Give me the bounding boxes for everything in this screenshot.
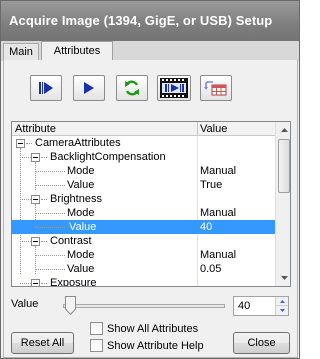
tree-row[interactable]: BacklightCompensation bbox=[12, 150, 275, 164]
spin-down-button[interactable] bbox=[276, 306, 288, 315]
tree-row-label: Value bbox=[67, 179, 95, 191]
tree-connector bbox=[41, 199, 47, 200]
tree-row-label: CameraAttributes bbox=[35, 137, 121, 149]
tree-row[interactable]: Mode Manual bbox=[12, 248, 275, 262]
column-divider[interactable] bbox=[197, 122, 198, 136]
checkbox-label[interactable]: Show Attribute Help bbox=[107, 340, 204, 352]
attribute-column-header[interactable]: Attribute bbox=[15, 123, 56, 135]
tree-connector bbox=[35, 185, 65, 186]
reset-all-button[interactable]: Reset All bbox=[11, 332, 74, 354]
tree-connector bbox=[20, 283, 31, 284]
value-spinbox[interactable]: 40 bbox=[233, 296, 289, 316]
tab-main[interactable]: Main bbox=[3, 43, 39, 61]
tree-row[interactable]: Exposure bbox=[12, 276, 275, 287]
grid-header: Attribute Value bbox=[12, 122, 275, 136]
tree-connector bbox=[35, 213, 65, 214]
tree-connector bbox=[41, 241, 47, 242]
step-frame-button[interactable] bbox=[30, 75, 62, 101]
filmstrip-button[interactable] bbox=[157, 75, 191, 101]
send-attributes-button[interactable] bbox=[200, 75, 232, 101]
tree-row-value: True bbox=[200, 179, 223, 191]
tree-row-label: Mode bbox=[67, 249, 95, 261]
filmstrip-icon bbox=[160, 78, 188, 98]
scroll-down-button[interactable] bbox=[276, 270, 290, 286]
value-spinbox-text[interactable]: 40 bbox=[238, 300, 250, 312]
tree-connector bbox=[35, 171, 65, 172]
tree-row-value: Manual bbox=[200, 165, 237, 177]
tree-row-value: Manual bbox=[200, 249, 237, 261]
tree-row[interactable]: Contrast bbox=[12, 234, 275, 248]
spin-up-button[interactable] bbox=[276, 297, 288, 306]
play-icon bbox=[84, 82, 94, 94]
tree-connector bbox=[26, 143, 32, 144]
tree-row[interactable]: Mode Manual bbox=[12, 206, 275, 220]
tree-row-value: 0.05 bbox=[200, 263, 222, 275]
value-label: Value bbox=[11, 298, 39, 310]
tree-connector bbox=[41, 157, 47, 158]
scroll-up-button[interactable] bbox=[276, 122, 290, 138]
tree-connector bbox=[20, 157, 31, 158]
tree-connector bbox=[35, 269, 65, 270]
value-slider-thumb[interactable] bbox=[65, 296, 76, 315]
collapse-toggle-icon[interactable] bbox=[31, 237, 40, 246]
tree-row-label: Mode bbox=[67, 165, 95, 177]
checkbox-label[interactable]: Show All Attributes bbox=[107, 323, 198, 335]
value-slider-track[interactable] bbox=[63, 304, 225, 308]
tree-connector bbox=[20, 241, 31, 242]
play-button[interactable] bbox=[73, 75, 105, 101]
tab-strip: Main Attributes bbox=[1, 41, 299, 61]
collapse-toggle-icon[interactable] bbox=[31, 153, 40, 162]
tree-connector bbox=[35, 227, 65, 228]
tree-row-value: 40 bbox=[200, 221, 213, 233]
checkbox-box[interactable] bbox=[90, 322, 103, 335]
tree-row[interactable]: Mode Manual bbox=[12, 164, 275, 178]
chevron-up-icon bbox=[280, 128, 288, 132]
tree-row-label: Exposure bbox=[50, 277, 97, 287]
close-button[interactable]: Close bbox=[233, 332, 290, 354]
vertical-scrollbar[interactable] bbox=[275, 122, 290, 286]
refresh-icon bbox=[125, 80, 139, 96]
setup-dialog: Acquire Image (1394, GigE, or USB) Setup… bbox=[0, 0, 300, 359]
tree-row[interactable]: Value True bbox=[12, 178, 275, 192]
spinbox-buttons bbox=[275, 297, 288, 315]
chevron-up-icon bbox=[279, 299, 285, 303]
collapse-toggle-icon[interactable] bbox=[16, 139, 25, 148]
tree-row-label: Value bbox=[67, 263, 95, 275]
show-all-attributes-checkbox[interactable]: Show All Attributes bbox=[90, 322, 220, 336]
collapse-toggle-icon[interactable] bbox=[31, 195, 40, 204]
tree-connector bbox=[35, 255, 65, 256]
checkbox-box[interactable] bbox=[90, 339, 103, 352]
tree-row-selected[interactable]: Value 40 bbox=[12, 220, 275, 234]
value-column-header[interactable]: Value bbox=[200, 123, 227, 135]
show-attribute-help-checkbox[interactable]: Show Attribute Help bbox=[90, 339, 220, 353]
tree-row-label: Contrast bbox=[50, 235, 92, 247]
scroll-thumb[interactable] bbox=[278, 139, 290, 193]
tree-row-value: Manual bbox=[200, 207, 237, 219]
tree-row-label: BacklightCompensation bbox=[50, 151, 166, 163]
send-grid-icon bbox=[204, 81, 227, 96]
tree-row[interactable]: Brightness bbox=[12, 192, 275, 206]
tree-connector bbox=[41, 283, 47, 284]
chevron-down-icon bbox=[279, 309, 285, 312]
attribute-grid: Attribute Value CameraAttributes Backlig… bbox=[11, 121, 291, 287]
tree-row-label: Mode bbox=[67, 207, 95, 219]
title-bar: Acquire Image (1394, GigE, or USB) Setup bbox=[1, 1, 299, 41]
chevron-down-icon bbox=[280, 276, 288, 280]
tree-row-label: Brightness bbox=[50, 193, 102, 205]
collapse-toggle-icon[interactable] bbox=[31, 279, 40, 286]
tab-attributes[interactable]: Attributes bbox=[41, 41, 113, 61]
tree-row[interactable]: Value 0.05 bbox=[12, 262, 275, 276]
window-title: Acquire Image (1394, GigE, or USB) Setup bbox=[9, 13, 273, 28]
tree-row-label: Value bbox=[67, 221, 99, 233]
tree-connector bbox=[20, 199, 31, 200]
tree-row[interactable]: CameraAttributes bbox=[12, 136, 275, 150]
refresh-button[interactable] bbox=[116, 75, 148, 101]
step-play-icon bbox=[39, 82, 53, 94]
